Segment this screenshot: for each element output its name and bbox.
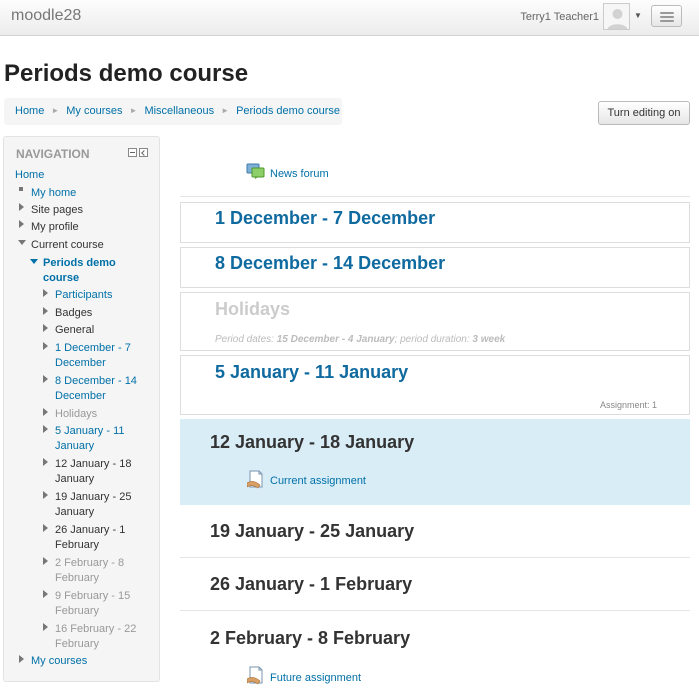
breadcrumb-separator-icon: ► bbox=[129, 106, 138, 115]
nav-item-home[interactable]: Home bbox=[15, 168, 44, 183]
breadcrumb-separator-icon: ► bbox=[51, 106, 60, 115]
nav-item-badges[interactable]: Badges bbox=[55, 306, 92, 321]
nav-item-my-courses[interactable]: My courses bbox=[31, 654, 87, 669]
nav-item-my-home[interactable]: My home bbox=[31, 186, 76, 201]
expand-arrow-icon[interactable] bbox=[43, 623, 48, 631]
user-menu-name[interactable]: Terry1 Teacher1 bbox=[520, 11, 599, 23]
course-section-current: 12 January - 18 January Current assignme… bbox=[180, 419, 690, 505]
expand-arrow-icon[interactable] bbox=[43, 458, 48, 466]
nav-item-participants[interactable]: Participants bbox=[55, 288, 112, 303]
expand-arrow-icon[interactable] bbox=[19, 220, 24, 228]
news-forum-link[interactable]: News forum bbox=[270, 168, 329, 180]
course-section: 26 January - 1 February bbox=[180, 563, 690, 611]
breadcrumb-miscellaneous[interactable]: Miscellaneous bbox=[144, 105, 214, 117]
section-summary: Assignment: 1 bbox=[599, 400, 657, 410]
section-title: 26 January - 1 February bbox=[210, 574, 413, 594]
expand-arrow-icon[interactable] bbox=[19, 203, 24, 211]
section-title: 19 January - 25 January bbox=[210, 521, 415, 541]
forum-icon[interactable] bbox=[246, 163, 266, 179]
section-title: 2 February - 8 February bbox=[210, 628, 411, 648]
page-title: Periods demo course bbox=[4, 60, 249, 87]
navbar: moodle28 Terry1 Teacher1 ▼ bbox=[0, 0, 699, 36]
nav-item-course[interactable]: Periods demo course bbox=[43, 256, 116, 286]
nav-item-section[interactable]: 5 January - 11 January bbox=[55, 424, 125, 454]
nav-item-my-profile[interactable]: My profile bbox=[31, 220, 79, 235]
nav-item-current-course[interactable]: Current course bbox=[31, 238, 104, 253]
assignment-icon[interactable] bbox=[246, 666, 265, 685]
site-brand[interactable]: moodle28 bbox=[11, 7, 81, 25]
breadcrumb-separator-icon: ► bbox=[221, 106, 230, 115]
expand-arrow-icon[interactable] bbox=[43, 491, 48, 499]
navigation-block: NAVIGATION Home My home Site pages My pr… bbox=[3, 136, 160, 682]
user-silhouette-icon bbox=[604, 4, 629, 29]
expand-arrow-icon[interactable] bbox=[43, 557, 48, 565]
minimize-block-icon[interactable] bbox=[128, 148, 137, 157]
nav-item-section[interactable]: 2 February - 8 February bbox=[55, 556, 124, 586]
course-section: 5 January - 11 January Assignment: 1 bbox=[180, 355, 690, 415]
section-title[interactable]: 5 January - 11 January bbox=[215, 362, 408, 383]
breadcrumb-my-courses[interactable]: My courses bbox=[66, 105, 122, 117]
section-title: 12 January - 18 January bbox=[210, 432, 415, 452]
user-menu-caret-icon[interactable]: ▼ bbox=[634, 11, 642, 20]
current-assignment-link[interactable]: Current assignment bbox=[270, 475, 366, 487]
future-assignment-link[interactable]: Future assignment bbox=[270, 672, 361, 684]
expand-arrow-icon[interactable] bbox=[43, 375, 48, 383]
divider bbox=[180, 196, 690, 197]
nav-item-section[interactable]: 19 January - 25 January bbox=[55, 490, 131, 520]
course-section: 1 December - 7 December bbox=[180, 202, 690, 243]
breadcrumb-course[interactable]: Periods demo course bbox=[236, 105, 340, 117]
expand-arrow-icon[interactable] bbox=[43, 289, 48, 297]
expand-arrow-icon[interactable] bbox=[43, 590, 48, 598]
nav-item-section[interactable]: 16 February - 22 February bbox=[55, 622, 136, 652]
nav-item-site-pages[interactable]: Site pages bbox=[31, 203, 83, 218]
course-section: 8 December - 14 December bbox=[180, 247, 690, 288]
divider bbox=[180, 557, 690, 558]
period-info: Period dates: 15 December - 4 January; p… bbox=[215, 334, 506, 345]
nav-item-section[interactable]: 8 December - 14 December bbox=[55, 374, 137, 404]
expand-arrow-icon[interactable] bbox=[43, 408, 48, 416]
section-title[interactable]: 8 December - 14 December bbox=[215, 253, 445, 274]
nav-item-section[interactable]: Holidays bbox=[55, 407, 97, 422]
breadcrumb: Home ► My courses ► Miscellaneous ► Periods de… bbox=[4, 98, 342, 125]
breadcrumb-home[interactable]: Home bbox=[15, 105, 44, 117]
expand-arrow-icon[interactable] bbox=[43, 307, 48, 315]
course-section: 19 January - 25 January bbox=[180, 510, 690, 558]
expand-arrow-icon[interactable] bbox=[19, 655, 24, 663]
nav-item-section[interactable]: 12 January - 18 January bbox=[55, 457, 131, 487]
nav-item-section[interactable]: 1 December - 7 December bbox=[55, 341, 131, 371]
navigation-title: NAVIGATION bbox=[16, 147, 90, 161]
section-title[interactable]: 1 December - 7 December bbox=[215, 208, 435, 229]
turn-editing-on-button[interactable]: Turn editing on bbox=[598, 101, 690, 125]
expand-arrow-icon[interactable] bbox=[43, 425, 48, 433]
nav-item-section[interactable]: 26 January - 1 February bbox=[55, 523, 125, 553]
dock-block-icon[interactable] bbox=[139, 148, 148, 157]
nav-item-section[interactable]: 9 February - 15 February bbox=[55, 589, 130, 619]
user-avatar[interactable] bbox=[603, 3, 630, 30]
collapse-arrow-icon[interactable] bbox=[30, 259, 38, 264]
main-menu-button[interactable] bbox=[651, 5, 682, 27]
expand-arrow-icon[interactable] bbox=[43, 324, 48, 332]
assignment-icon[interactable] bbox=[246, 470, 265, 489]
nav-item-general[interactable]: General bbox=[55, 323, 94, 338]
hamburger-icon bbox=[660, 12, 674, 14]
course-section: 2 February - 8 February Future assignmen… bbox=[180, 616, 690, 692]
expand-arrow-icon[interactable] bbox=[43, 524, 48, 532]
expand-arrow-icon[interactable] bbox=[43, 342, 48, 350]
collapse-arrow-icon[interactable] bbox=[18, 240, 26, 245]
nav-bullet-icon bbox=[19, 187, 23, 191]
divider bbox=[180, 610, 690, 611]
section-title[interactable]: Holidays bbox=[215, 299, 290, 320]
course-section-hidden: Holidays Period dates: 15 December - 4 J… bbox=[180, 292, 690, 351]
